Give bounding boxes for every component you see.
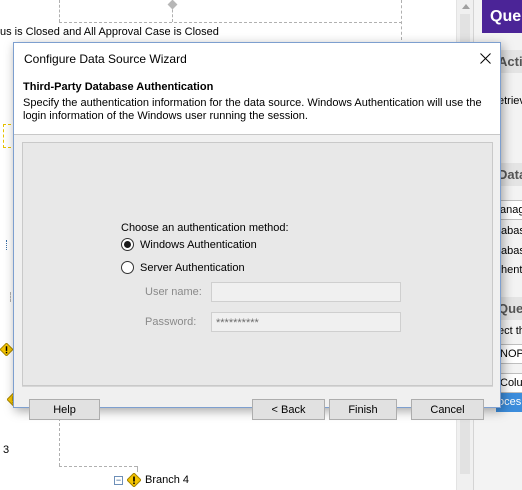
scroll-up-icon[interactable] xyxy=(462,4,470,9)
windows-auth-option[interactable]: Windows Authentication xyxy=(121,238,257,251)
username-field[interactable] xyxy=(211,282,401,302)
panel-header: Que xyxy=(482,0,522,33)
panel-text: etriev xyxy=(498,95,522,107)
tree-connector xyxy=(6,240,12,250)
branch-number: 3 xyxy=(3,444,10,456)
branch-4-node[interactable]: − Branch 4 xyxy=(114,473,189,487)
wizard-step-description: Specify the authentication information f… xyxy=(23,97,482,122)
username-label: User name: xyxy=(145,286,202,298)
dialog-titlebar[interactable]: Configure Data Source Wizard xyxy=(14,43,500,73)
radio-dot-icon xyxy=(124,241,131,248)
windows-auth-label[interactable]: Windows Authentication xyxy=(140,239,257,251)
panel-text: tabas xyxy=(498,225,522,237)
wizard-step-title: Third-Party Database Authentication xyxy=(23,81,214,93)
radio-button[interactable] xyxy=(121,261,134,274)
branch-label: Branch 4 xyxy=(145,474,190,486)
password-field[interactable] xyxy=(211,312,401,332)
auth-method-label: Choose an authentication method: xyxy=(121,222,289,234)
password-label: Password: xyxy=(145,316,197,328)
node-edge xyxy=(3,124,11,148)
close-button[interactable] xyxy=(470,43,500,73)
connector-line xyxy=(401,0,402,40)
configure-data-source-dialog: Configure Data Source Wizard Third-Party… xyxy=(13,42,501,420)
cancel-button[interactable]: Cancel xyxy=(411,399,484,420)
collapse-icon[interactable]: − xyxy=(114,475,123,485)
radio-button-selected[interactable] xyxy=(121,238,134,251)
panel-text: ect th xyxy=(498,325,522,337)
wizard-body xyxy=(22,142,493,386)
connector-line xyxy=(59,466,137,467)
server-auth-label[interactable]: Server Authentication xyxy=(140,262,245,274)
server-auth-option[interactable]: Server Authentication xyxy=(121,261,245,274)
panel-text: tabas xyxy=(498,245,522,257)
connector-line xyxy=(59,0,60,22)
back-button[interactable]: < Back xyxy=(252,399,325,420)
connector-line xyxy=(137,466,138,472)
condition-label: us is Closed and All Approval Case is Cl… xyxy=(0,26,219,38)
wizard-header: Third-Party Database Authentication Spec… xyxy=(14,73,500,135)
finish-button[interactable]: Finish xyxy=(329,399,397,420)
warning-icon xyxy=(0,343,13,356)
diamond-node[interactable] xyxy=(167,0,178,10)
connector-line xyxy=(59,22,402,23)
footer-divider xyxy=(22,386,493,387)
connector-line xyxy=(10,292,11,302)
panel-text: thent xyxy=(498,264,522,276)
close-icon xyxy=(479,52,491,64)
warning-icon xyxy=(127,473,141,487)
dialog-title: Configure Data Source Wizard xyxy=(24,52,187,66)
help-button[interactable]: Help xyxy=(29,399,100,420)
